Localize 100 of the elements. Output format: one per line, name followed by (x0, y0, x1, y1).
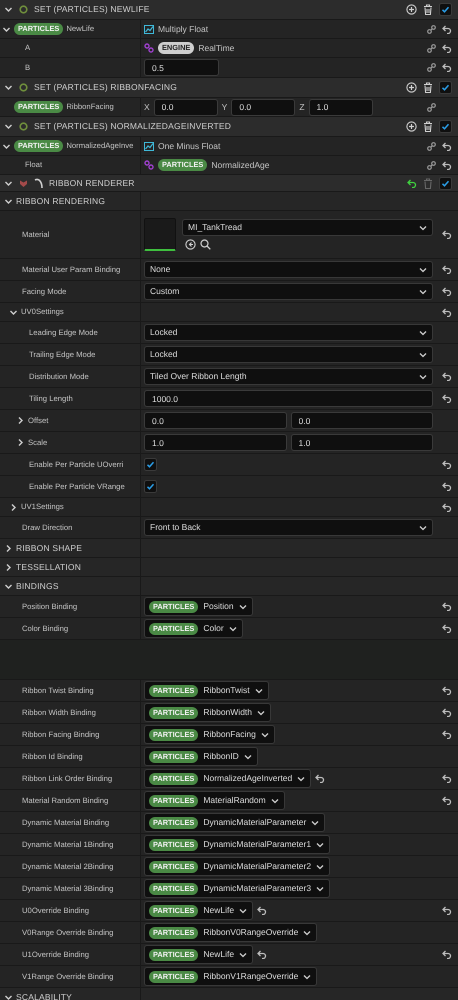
reset-arrow-icon[interactable] (442, 460, 452, 469)
dropdown[interactable]: Custom (144, 283, 433, 300)
add-icon[interactable] (406, 4, 417, 15)
reset-arrow-icon[interactable] (442, 394, 452, 403)
dropdown[interactable]: Locked (144, 346, 433, 363)
checkbox[interactable] (144, 480, 157, 493)
caret-icon (270, 796, 279, 804)
caret-icon (239, 950, 248, 958)
caret-icon (244, 752, 252, 760)
reset-arrow-icon[interactable] (442, 160, 452, 170)
checkbox[interactable] (439, 3, 452, 16)
reset-arrow-icon[interactable] (442, 708, 452, 717)
reset-arrow-icon[interactable] (442, 230, 452, 239)
collapse-chevron-icon[interactable] (2, 142, 11, 150)
number-field[interactable]: 1.0 (144, 434, 286, 451)
reset-arrow-icon[interactable] (442, 308, 452, 316)
collapse-chevron-icon[interactable] (4, 178, 13, 188)
chain-link-icon[interactable] (427, 44, 436, 52)
number-field[interactable]: 1.0 (290, 434, 433, 451)
collapse-chevron-icon[interactable] (9, 308, 18, 316)
reset-arrow-icon[interactable] (442, 774, 452, 783)
collapse-chevron-icon[interactable] (4, 5, 13, 14)
caret-icon (297, 774, 306, 782)
collapse-chevron-icon[interactable] (2, 24, 11, 34)
reset-arrow-icon[interactable] (315, 774, 326, 783)
function-name: Multiply Float (158, 22, 208, 36)
reset-arrow-icon[interactable] (442, 624, 452, 633)
add-icon[interactable] (406, 82, 417, 93)
checkbox[interactable] (439, 120, 452, 133)
chain-link-icon[interactable] (427, 24, 436, 34)
module-title: SET (PARTICLES) NORMALIZEDAGEINVERTED (34, 120, 232, 133)
reset-arrow-icon[interactable] (442, 906, 452, 915)
category-title: SCALABILITY (16, 990, 72, 1000)
reset-arrow-icon[interactable] (442, 950, 452, 959)
reset-arrow-icon[interactable] (257, 906, 268, 915)
asset-dropdown[interactable]: MI_TankTread (182, 219, 433, 236)
reset-arrow-icon[interactable] (257, 950, 268, 959)
reset-arrow-icon[interactable] (442, 63, 452, 72)
reset-arrow-icon[interactable] (442, 142, 452, 150)
number-field[interactable]: 0.0 (290, 412, 433, 429)
caret-icon (257, 708, 266, 716)
number-field[interactable]: 1.0 (308, 98, 373, 116)
chain-link-icon[interactable] (427, 102, 436, 112)
axis-label: X (144, 100, 150, 114)
caret-icon (316, 862, 324, 870)
dropdown[interactable]: Tiled Over Ribbon Length (144, 368, 433, 385)
number-field[interactable]: 1000.0 (144, 390, 433, 407)
dropdown[interactable]: Locked (144, 324, 433, 341)
expand-chevron-icon[interactable] (4, 544, 13, 552)
number-field[interactable]: 0.0 (231, 98, 296, 116)
checkbox[interactable] (439, 176, 452, 190)
reset-arrow-icon[interactable] (442, 730, 452, 739)
search-icon[interactable] (200, 239, 211, 250)
collapse-chevron-icon[interactable] (4, 582, 13, 590)
reset-arrow-icon[interactable] (442, 602, 452, 611)
chain-link-icon[interactable] (427, 142, 436, 150)
reset-arrow-icon[interactable] (442, 287, 452, 296)
linked-input-icon (144, 43, 154, 53)
number-field[interactable]: 0.5 (144, 59, 219, 76)
caret-icon (303, 928, 312, 936)
caret-icon (419, 288, 427, 296)
collapse-chevron-icon[interactable] (4, 992, 13, 1000)
checkbox[interactable] (439, 81, 452, 94)
collapse-chevron-icon[interactable] (4, 122, 13, 131)
parameter-name: NormalizedAge (211, 158, 270, 172)
axis-label: Z (299, 100, 305, 114)
reset-arrow-icon[interactable] (407, 178, 417, 188)
reset-arrow-icon[interactable] (442, 24, 452, 34)
reset-arrow-icon[interactable] (442, 265, 452, 274)
chain-link-icon[interactable] (427, 160, 436, 170)
reset-arrow-icon[interactable] (442, 686, 452, 695)
number-field[interactable]: 0.0 (154, 98, 218, 116)
graph-icon (144, 142, 154, 150)
expand-chevron-icon[interactable] (4, 562, 13, 572)
expand-chevron-icon[interactable] (9, 502, 18, 512)
circle-icon (19, 122, 28, 131)
dropdown[interactable]: Front to Back (144, 519, 433, 536)
circle-icon (19, 5, 28, 14)
caret-icon (419, 266, 427, 274)
checkbox[interactable] (144, 458, 157, 471)
collapse-chevron-icon[interactable] (4, 196, 13, 206)
caret-icon (419, 328, 427, 336)
circle-icon (19, 83, 28, 92)
expand-chevron-icon[interactable] (16, 438, 25, 447)
reset-arrow-icon[interactable] (442, 502, 452, 512)
collapse-chevron-icon[interactable] (4, 83, 13, 92)
expand-chevron-icon[interactable] (16, 416, 25, 425)
chain-link-icon[interactable] (427, 63, 436, 72)
dropdown[interactable]: None (144, 261, 433, 278)
add-icon[interactable] (406, 121, 417, 132)
caret-icon (419, 372, 427, 380)
caret-icon (316, 884, 324, 892)
reset-arrow-icon[interactable] (442, 482, 452, 491)
category-title: TESSELLATION (16, 560, 82, 574)
reset-arrow-icon[interactable] (442, 44, 452, 52)
caret-icon (228, 624, 237, 632)
reset-arrow-icon[interactable] (442, 796, 452, 805)
number-field[interactable]: 0.0 (144, 412, 286, 429)
renderer-title: RIBBON RENDERER (49, 176, 135, 190)
reset-arrow-icon[interactable] (442, 372, 452, 381)
